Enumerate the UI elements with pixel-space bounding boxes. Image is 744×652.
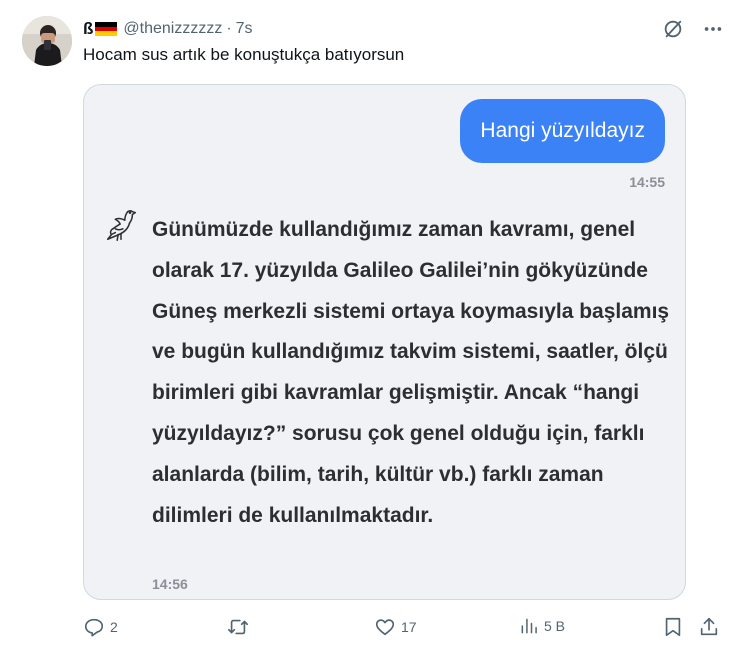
author-name[interactable]: ß <box>83 19 93 39</box>
separator-dot: · <box>226 20 232 37</box>
user-message-time: 14:55 <box>629 174 665 190</box>
views-chart-icon <box>521 618 537 634</box>
dove-icon <box>102 206 140 249</box>
tweet-timestamp[interactable]: 7s <box>236 20 253 38</box>
user-message-bubble: Hangi yüzyıldayız <box>460 99 665 163</box>
views-count: 5 B <box>544 618 566 634</box>
bookmark-icon <box>665 617 681 637</box>
bot-message-text: Günümüzde kullandığımız zaman kavramı, g… <box>152 218 670 527</box>
german-flag-icon <box>95 22 118 37</box>
more-dots-icon[interactable] <box>702 18 724 40</box>
reply-button[interactable]: 2 <box>83 616 118 638</box>
tweet-header: ß @thenizzzzzz · 7s <box>83 17 724 41</box>
heart-icon <box>375 619 395 636</box>
like-button[interactable]: 17 <box>374 616 417 638</box>
share-button[interactable] <box>698 616 720 638</box>
bookmark-button[interactable] <box>662 616 684 638</box>
share-icon <box>700 617 718 636</box>
retweet-icon <box>228 619 248 635</box>
avatar[interactable] <box>22 16 72 66</box>
retweet-button[interactable] <box>226 616 255 638</box>
grok-slash-icon[interactable] <box>662 18 684 40</box>
tweet-actions: 2 17 5 B <box>83 616 723 642</box>
flag-stripe-gold <box>95 31 118 37</box>
views-button[interactable]: 5 B <box>519 616 565 636</box>
author-handle[interactable]: @thenizzzzzz <box>123 20 222 38</box>
reply-count: 2 <box>110 619 118 635</box>
tweet-text: Hocam sus artık be konuştukça batıyorsun <box>83 45 405 64</box>
media-card[interactable]: Hangi yüzyıldayız 14:55 Günümüzde kullan… <box>83 84 686 600</box>
like-count: 17 <box>401 619 417 635</box>
bot-message-time: 14:56 <box>152 576 188 592</box>
avatar-image <box>22 16 72 66</box>
reply-icon <box>84 618 104 637</box>
